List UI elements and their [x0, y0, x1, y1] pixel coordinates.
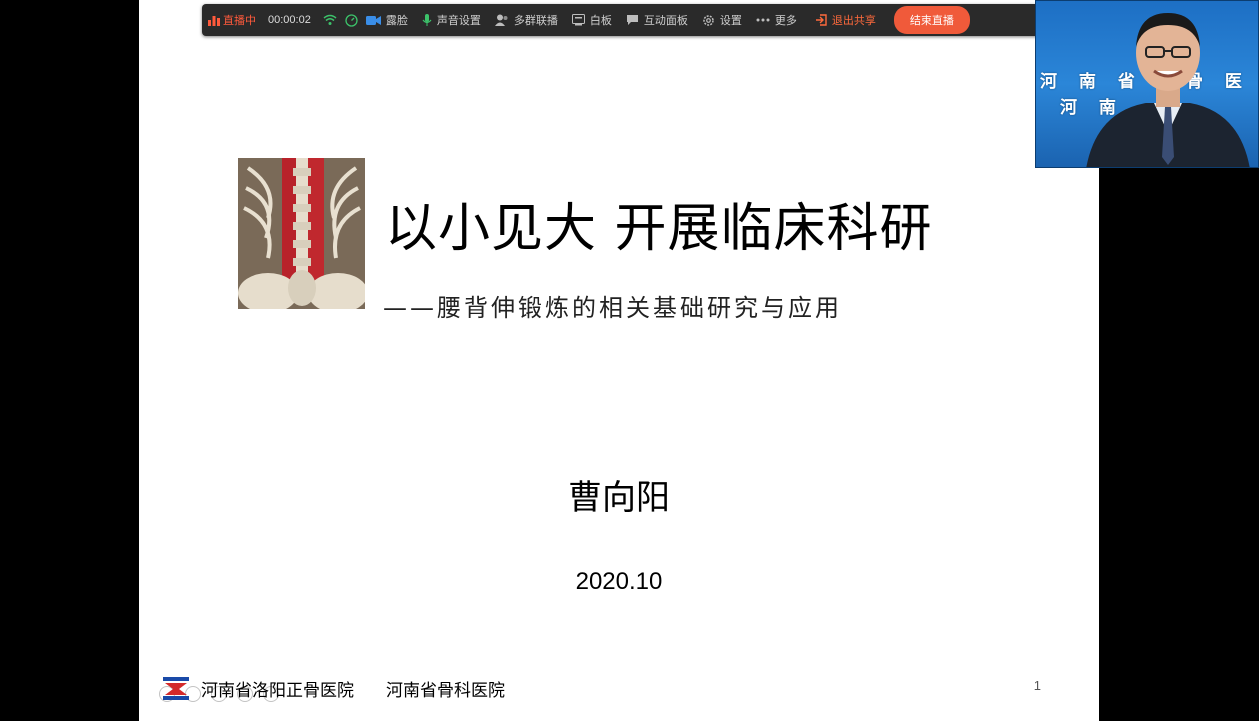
settings-button[interactable]: 设置	[702, 12, 742, 28]
gear-icon	[703, 14, 714, 26]
footer-hospital-name-1: 河南省洛阳正骨医院	[201, 680, 354, 701]
multi-group-broadcast-label: 多群联播	[513, 14, 558, 27]
exit-share-button[interactable]: 退出共享	[815, 12, 876, 28]
exit-share-label: 退出共享	[831, 14, 876, 27]
more-label: 更多	[774, 14, 797, 27]
live-label: 直播中	[223, 14, 256, 27]
slide-date: 2020.10	[575, 568, 663, 595]
spine-anatomy-image	[238, 158, 365, 309]
whiteboard-button[interactable]: 白板	[571, 12, 612, 28]
microphone-icon	[422, 13, 432, 26]
camera-button[interactable]: 露脸	[365, 12, 408, 28]
live-toolbar: 直播中 00:00:02 露脸 声音设置 多群联播 白板 互动面板 设置 更多 …	[202, 4, 1044, 36]
end-live-button[interactable]: 结束直播	[893, 6, 970, 34]
interaction-panel-button[interactable]: 互动面板	[626, 12, 688, 28]
audio-settings-label: 声音设置	[436, 14, 481, 27]
live-timer: 00:00:02	[268, 14, 311, 26]
exit-icon	[815, 14, 827, 26]
slide-footer: 河南省洛阳正骨医院 河南省骨科医院	[159, 674, 505, 702]
presenter-figure	[1086, 13, 1250, 167]
presentation-slide: 以小见大 开展临床科研 ——腰背伸锻炼的相关基础研究与应用 曹向阳 2020.1…	[139, 0, 1099, 721]
footer-hospital-name-2: 河南省骨科医院	[386, 680, 505, 701]
more-dots-icon	[756, 18, 770, 22]
performance-gauge-icon[interactable]	[345, 13, 358, 27]
whiteboard-icon	[571, 14, 585, 26]
interaction-panel-label: 互动面板	[643, 14, 688, 27]
slide-author: 曹向阳	[568, 478, 670, 518]
wifi-signal-icon	[323, 14, 337, 26]
slide-title: 以小见大 开展临床科研	[385, 199, 933, 259]
live-status: 直播中	[208, 12, 256, 28]
camera-label: 露脸	[385, 14, 408, 27]
camera-icon	[365, 15, 381, 25]
chat-bubble-icon	[626, 15, 638, 25]
audio-settings-button[interactable]: 声音设置	[422, 12, 481, 28]
slide-subtitle: ——腰背伸锻炼的相关基础研究与应用	[383, 294, 842, 322]
multi-group-broadcast-button[interactable]: 多群联播	[494, 12, 558, 28]
settings-label: 设置	[719, 14, 742, 27]
more-button[interactable]: 更多	[756, 12, 797, 28]
page-number: 1	[1033, 678, 1041, 693]
live-bars-icon	[208, 16, 220, 26]
hospital-logo-icon	[159, 675, 193, 701]
multi-user-icon	[494, 14, 508, 26]
webcam-video: 河 南 省 洛 骨 医 院 河 南	[1035, 0, 1259, 168]
whiteboard-label: 白板	[589, 14, 612, 27]
